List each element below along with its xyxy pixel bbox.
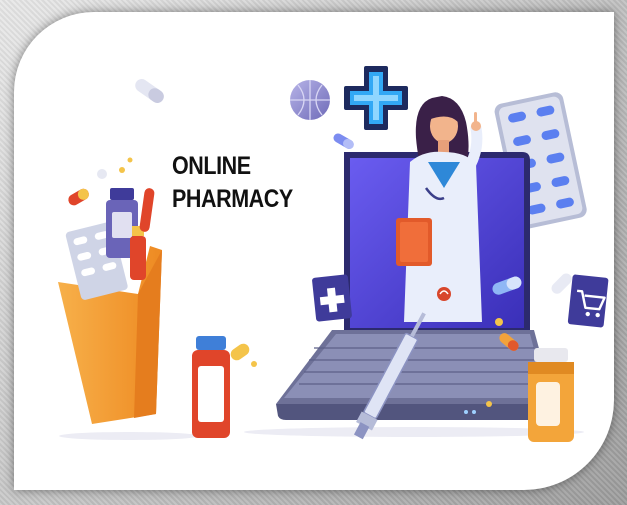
- online-pharmacy-illustration: [58, 66, 609, 442]
- banner-card: ONLINE PHARMACY: [14, 12, 614, 490]
- capsule-icon: [230, 343, 250, 361]
- capsule-icon: [333, 133, 354, 149]
- pharmacy-bag: [58, 188, 162, 424]
- pill: [97, 169, 107, 179]
- capsule-icon: [68, 188, 89, 206]
- doctor-figure: [396, 96, 483, 322]
- title-line-pharmacy: PHARMACY: [172, 185, 293, 213]
- shopping-cart-icon: [567, 274, 609, 328]
- title-line-online: ONLINE: [172, 152, 251, 180]
- outer-frame: ONLINE PHARMACY: [0, 0, 627, 505]
- medicine-bottle: [192, 336, 230, 438]
- capsule-icon: [551, 273, 572, 294]
- medical-cross-icon: [312, 274, 352, 322]
- globe-icon: [290, 80, 330, 120]
- bag-shadow: [59, 432, 199, 440]
- medicine-bottle: [528, 348, 574, 442]
- medical-cross-icon: [344, 66, 408, 130]
- banner-title: ONLINE PHARMACY: [172, 150, 293, 216]
- capsule-icon: [135, 79, 164, 103]
